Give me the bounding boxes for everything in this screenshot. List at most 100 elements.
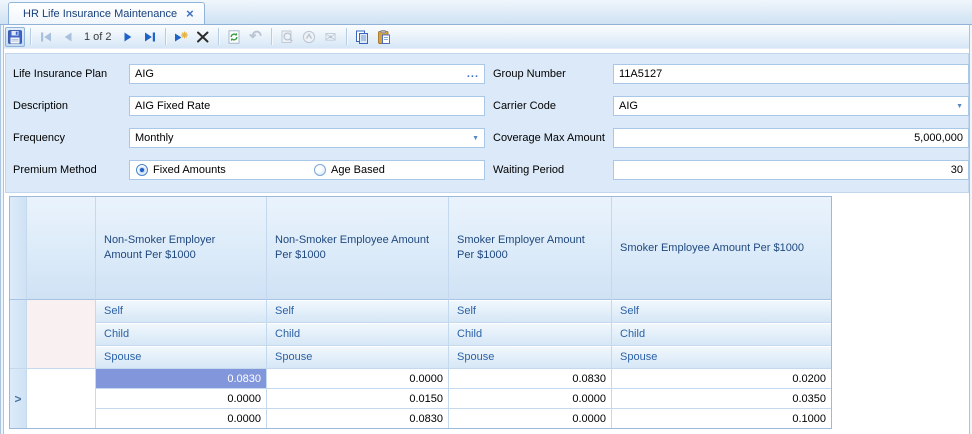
column-header-nonsmoker-employee[interactable]: Non-Smoker Employee Amount Per $1000 (267, 197, 449, 300)
grid-cell[interactable]: 0.0150 (267, 389, 449, 409)
coverage-max-amount-label: Coverage Max Amount (493, 132, 613, 144)
frequency-row: Frequency ▼ (13, 122, 485, 154)
waiting-period-label: Waiting Period (493, 164, 613, 176)
grid-corner-cell (10, 197, 27, 300)
column-header-smoker-employer[interactable]: Smoker Employer Amount Per $1000 (449, 197, 612, 300)
refresh-button[interactable] (224, 27, 244, 47)
tab-hr-life-insurance-maintenance[interactable]: HR Life Insurance Maintenance × (8, 2, 205, 24)
undo-icon: ↶ (249, 29, 262, 44)
grid-cell[interactable]: 0.0830 (96, 369, 267, 389)
go-icon (301, 29, 317, 45)
grid-rowlabel-header-cell (27, 197, 96, 300)
next-record-button[interactable] (118, 27, 138, 47)
subrow-label-child[interactable]: Child (267, 323, 449, 346)
subrow-label-child[interactable]: Child (449, 323, 612, 346)
copy-button[interactable] (352, 27, 372, 47)
subrow-label-self[interactable]: Self (612, 300, 831, 323)
column-header-smoker-employee[interactable]: Smoker Employee Amount Per $1000 (612, 197, 831, 300)
delete-record-button[interactable] (193, 27, 213, 47)
radio-age-based-label: Age Based (331, 164, 385, 176)
email-button[interactable]: ✉ (321, 27, 341, 47)
toolbar-separator (271, 28, 272, 45)
grid-cell[interactable]: 0.0000 (449, 389, 612, 409)
new-record-button[interactable] (171, 27, 191, 47)
toolbar-separator (346, 28, 347, 45)
tab-strip: HR Life Insurance Maintenance × (0, 0, 972, 25)
last-record-button[interactable] (140, 27, 160, 47)
radio-fixed-amounts[interactable]: Fixed Amounts (136, 164, 314, 176)
radio-selected-icon (136, 164, 148, 176)
print-preview-button[interactable] (277, 27, 297, 47)
save-icon (7, 29, 23, 45)
life-insurance-plan-input[interactable] (129, 64, 485, 84)
paste-button[interactable] (374, 27, 394, 47)
lookup-ellipsis-icon[interactable]: ... (467, 65, 479, 83)
toolbar-separator (165, 28, 166, 45)
description-label: Description (13, 100, 129, 112)
previous-record-button[interactable] (58, 27, 78, 47)
column-header-nonsmoker-employer[interactable]: Non-Smoker Employer Amount Per $1000 (96, 197, 267, 300)
frequency-label: Frequency (13, 132, 129, 144)
subrow-label-spouse[interactable]: Spouse (449, 346, 612, 369)
subrow-label-self[interactable]: Self (267, 300, 449, 323)
frequency-select[interactable] (129, 128, 485, 148)
current-record-indicator: > (10, 369, 27, 428)
subrow-label-self[interactable]: Self (449, 300, 612, 323)
subrow-label-child[interactable]: Child (96, 323, 267, 346)
chevron-down-icon[interactable]: ▼ (472, 135, 479, 142)
record-arrow-icon: > (14, 392, 21, 406)
carrier-code-select[interactable] (613, 96, 969, 116)
group-number-input[interactable] (613, 64, 969, 84)
paste-icon (376, 29, 392, 45)
subrow-label-child[interactable]: Child (612, 323, 831, 346)
subrow-label-spouse[interactable]: Spouse (612, 346, 831, 369)
tab-close-icon[interactable]: × (186, 7, 194, 20)
toolbar: 1 of 2 (0, 25, 972, 49)
coverage-max-amount-row: Coverage Max Amount (493, 122, 969, 154)
email-icon: ✉ (325, 30, 337, 44)
description-row: Description (13, 90, 485, 122)
carrier-code-label: Carrier Code (493, 100, 613, 112)
subrow-label-spouse[interactable]: Spouse (96, 346, 267, 369)
grid-cell[interactable]: 0.1000 (612, 409, 831, 428)
life-insurance-plan-label: Life Insurance Plan (13, 68, 129, 80)
radio-fixed-amounts-label: Fixed Amounts (153, 164, 226, 176)
grid-cell[interactable]: 0.0830 (449, 369, 612, 389)
grid-cell[interactable]: 0.0000 (267, 369, 449, 389)
subrow-label-spouse[interactable]: Spouse (267, 346, 449, 369)
grid-cell[interactable]: 0.0000 (449, 409, 612, 428)
grid-cell[interactable]: 0.0000 (96, 389, 267, 409)
first-record-button[interactable] (36, 27, 56, 47)
undo-button[interactable]: ↶ (246, 27, 266, 47)
record-position-label: 1 of 2 (79, 31, 117, 43)
print-preview-icon (279, 29, 295, 45)
toolbar-separator (30, 28, 31, 45)
description-input[interactable] (129, 96, 485, 116)
detail-form: Life Insurance Plan ... Description Freq… (5, 53, 969, 193)
chevron-down-icon[interactable]: ▼ (956, 103, 963, 110)
waiting-period-input[interactable] (613, 160, 969, 180)
grid-cell[interactable]: 0.0200 (612, 369, 831, 389)
carrier-code-row: Carrier Code ▼ (493, 90, 969, 122)
previous-record-icon (60, 29, 76, 45)
save-button[interactable] (5, 27, 25, 47)
rates-grid: Non-Smoker Employer Amount Per $1000 Non… (9, 196, 832, 429)
radio-age-based[interactable]: Age Based (314, 164, 385, 176)
grid-rowlabel-band (27, 300, 96, 369)
premium-method-radiogroup: Fixed Amounts Age Based (129, 160, 485, 180)
life-insurance-plan-row: Life Insurance Plan ... (13, 58, 485, 90)
grid-cell[interactable]: 0.0350 (612, 389, 831, 409)
coverage-max-amount-input[interactable] (613, 128, 969, 148)
subrow-label-self[interactable]: Self (96, 300, 267, 323)
grid-indicator-subband (10, 300, 27, 369)
next-record-icon (120, 29, 136, 45)
refresh-icon (226, 29, 242, 45)
go-button[interactable] (299, 27, 319, 47)
grid-rowlabel-data-band (27, 369, 96, 428)
premium-method-row: Premium Method Fixed Amounts Age Based (13, 154, 485, 186)
grid-cell[interactable]: 0.0000 (96, 409, 267, 428)
grid-cell[interactable]: 0.0830 (267, 409, 449, 428)
copy-icon (354, 29, 370, 45)
premium-method-label: Premium Method (13, 164, 129, 176)
tab-title: HR Life Insurance Maintenance (23, 8, 177, 20)
